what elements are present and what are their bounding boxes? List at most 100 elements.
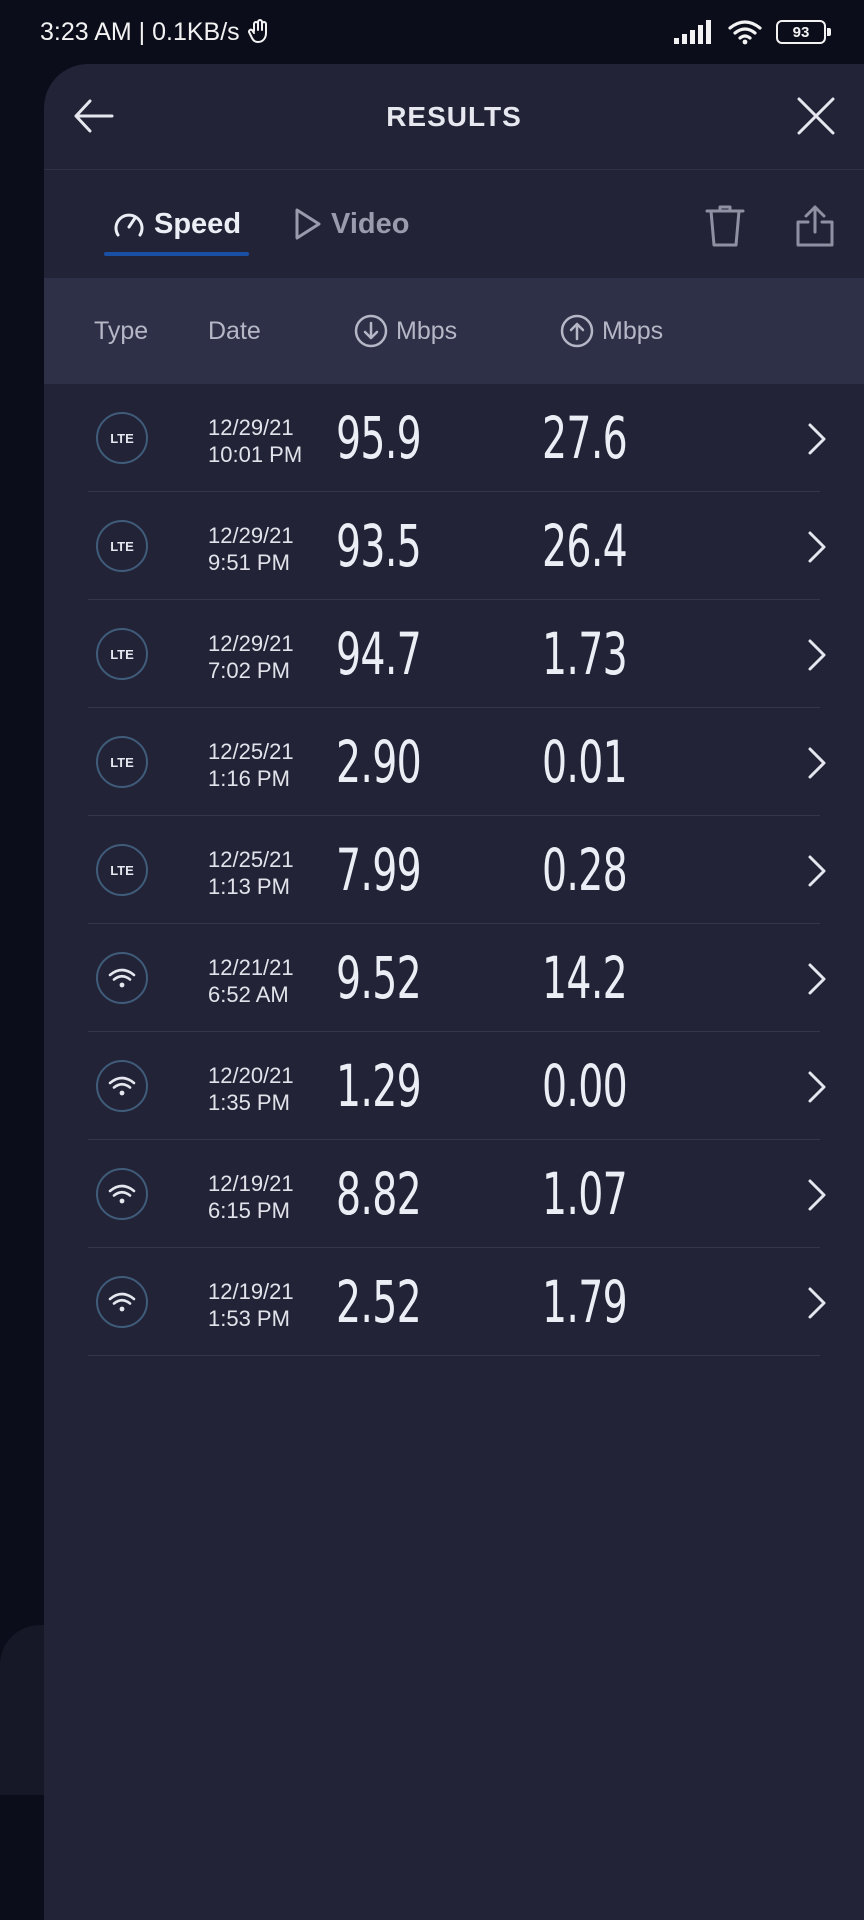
trash-icon[interactable] — [704, 204, 746, 248]
result-datetime: 12/25/21 1:13 PM — [208, 846, 294, 900]
wifi-icon — [108, 1292, 136, 1312]
chevron-right-icon[interactable] — [806, 638, 828, 672]
chevron-right-icon[interactable] — [806, 530, 828, 564]
lte-icon: LTE — [96, 628, 148, 680]
results-header: RESULTS — [44, 64, 864, 170]
result-time: 1:16 PM — [208, 766, 290, 791]
chevron-right-icon[interactable] — [806, 854, 828, 888]
result-time: 6:52 AM — [208, 982, 289, 1007]
result-datetime: 12/29/21 10:01 PM — [208, 414, 302, 468]
result-date: 12/29/21 — [208, 631, 294, 656]
status-right: 93 — [674, 19, 831, 45]
play-icon — [295, 208, 321, 240]
upload-speed: 0.01 — [542, 728, 628, 796]
result-datetime: 12/25/21 1:16 PM — [208, 738, 294, 792]
battery-level: 93 — [792, 23, 810, 41]
signal-icon — [674, 20, 711, 44]
result-row[interactable]: LTE 12/25/21 1:13 PM 7.99 0.28 — [88, 816, 826, 924]
speedometer-icon — [114, 213, 144, 237]
wifi-icon — [108, 1076, 136, 1096]
tab-video[interactable]: Video — [293, 207, 409, 241]
battery-icon: 93 — [776, 20, 831, 44]
result-datetime: 12/19/21 1:53 PM — [208, 1278, 294, 1332]
result-date: 12/20/21 — [208, 1063, 294, 1088]
wifi-icon — [728, 20, 762, 45]
wifi-icon — [108, 1184, 136, 1204]
download-speed: 9.52 — [336, 944, 422, 1012]
tab-actions — [704, 204, 836, 248]
lte-icon: LTE — [96, 844, 148, 896]
result-datetime: 12/29/21 7:02 PM — [208, 630, 294, 684]
result-date: 12/25/21 — [208, 847, 294, 872]
upload-speed: 26.4 — [542, 512, 628, 580]
download-speed: 1.29 — [336, 1052, 422, 1120]
upload-speed: 1.73 — [542, 620, 628, 688]
tab-speed[interactable]: Speed — [103, 170, 250, 278]
wifi-icon — [108, 968, 136, 988]
close-icon[interactable] — [794, 94, 838, 138]
result-row[interactable]: 12/20/21 1:35 PM 1.29 0.00 — [88, 1032, 826, 1140]
result-row[interactable]: LTE 12/29/21 9:51 PM 93.5 26.4 — [88, 492, 826, 600]
result-row[interactable]: 12/19/21 1:53 PM 2.52 1.79 — [88, 1248, 826, 1356]
wifi-type-icon — [96, 1168, 148, 1220]
download-speed: 95.9 — [336, 404, 422, 472]
chevron-right-icon[interactable] — [806, 1286, 828, 1320]
column-type: Type — [94, 316, 149, 345]
download-speed: 93.5 — [336, 512, 422, 580]
back-arrow-icon[interactable] — [72, 94, 116, 138]
results-sheet: RESULTS Speed Video Type Date Mbps Mbps … — [44, 64, 864, 1920]
column-download: Mbps — [354, 314, 457, 348]
page-title: RESULTS — [386, 100, 522, 132]
column-upload-label: Mbps — [602, 316, 664, 345]
result-time: 7:02 PM — [208, 658, 290, 683]
share-icon[interactable] — [794, 204, 836, 248]
lte-icon: LTE — [96, 736, 148, 788]
lte-icon: LTE — [96, 412, 148, 464]
result-row[interactable]: LTE 12/25/21 1:16 PM 2.90 0.01 — [88, 708, 826, 816]
chevron-right-icon[interactable] — [806, 1070, 828, 1104]
result-date: 12/19/21 — [208, 1279, 294, 1304]
result-time: 9:51 PM — [208, 550, 290, 575]
result-date: 12/21/21 — [208, 955, 294, 980]
upload-speed: 14.2 — [542, 944, 628, 1012]
result-datetime: 12/20/21 1:35 PM — [208, 1062, 294, 1116]
status-left: 3:23 AM | 0.1KB/s — [40, 18, 272, 47]
download-speed: 8.82 — [336, 1160, 422, 1228]
background-card-edge — [0, 1625, 44, 1795]
column-download-label: Mbps — [396, 316, 458, 345]
upload-speed: 0.28 — [542, 836, 628, 904]
result-row[interactable]: 12/21/21 6:52 AM 9.52 14.2 — [88, 924, 826, 1032]
download-speed: 94.7 — [336, 620, 422, 688]
result-datetime: 12/29/21 9:51 PM — [208, 522, 294, 576]
download-speed: 2.52 — [336, 1268, 422, 1336]
result-datetime: 12/19/21 6:15 PM — [208, 1170, 294, 1224]
hand-gesture-icon — [247, 19, 267, 43]
result-time: 1:13 PM — [208, 874, 290, 899]
tab-video-label: Video — [331, 207, 410, 240]
chevron-right-icon[interactable] — [806, 962, 828, 996]
download-speed: 7.99 — [336, 836, 422, 904]
result-time: 10:01 PM — [208, 442, 303, 467]
upload-speed: 1.79 — [542, 1268, 628, 1336]
result-time: 1:35 PM — [208, 1090, 290, 1115]
chevron-right-icon[interactable] — [806, 422, 828, 456]
result-time: 6:15 PM — [208, 1198, 290, 1223]
result-date: 12/29/21 — [208, 415, 294, 440]
status-bar: 3:23 AM | 0.1KB/s 93 — [0, 0, 864, 64]
wifi-type-icon — [96, 1060, 148, 1112]
chevron-right-icon[interactable] — [806, 1178, 828, 1212]
result-row[interactable]: LTE 12/29/21 10:01 PM 95.9 27.6 — [88, 384, 826, 492]
chevron-right-icon[interactable] — [806, 746, 828, 780]
upload-arrow-icon — [560, 314, 594, 348]
result-tabs: Speed Video — [44, 170, 864, 278]
result-time: 1:53 PM — [208, 1306, 290, 1331]
result-datetime: 12/21/21 6:52 AM — [208, 954, 294, 1008]
download-arrow-icon — [354, 314, 388, 348]
wifi-type-icon — [96, 952, 148, 1004]
result-row[interactable]: 12/19/21 6:15 PM 8.82 1.07 — [88, 1140, 826, 1248]
tab-speed-label: Speed — [154, 207, 242, 240]
upload-speed: 1.07 — [542, 1160, 628, 1228]
upload-speed: 27.6 — [542, 404, 628, 472]
result-row[interactable]: LTE 12/29/21 7:02 PM 94.7 1.73 — [88, 600, 826, 708]
result-date: 12/25/21 — [208, 739, 294, 764]
